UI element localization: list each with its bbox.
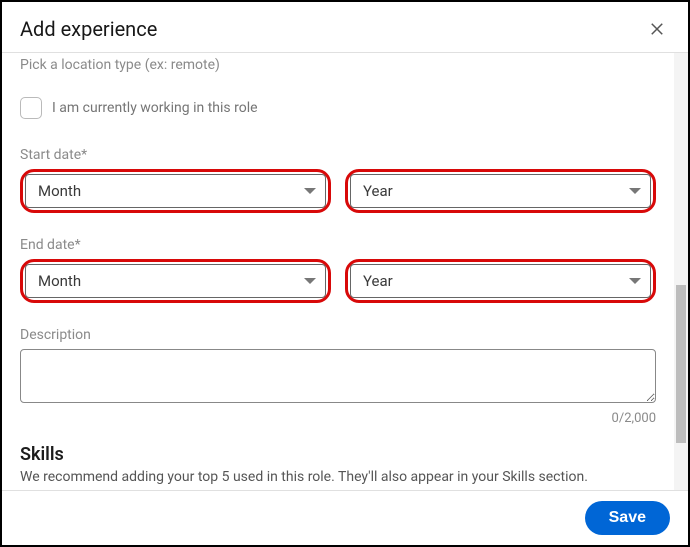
scroll-wrap: Pick a location type (ex: remote) I am c… [2,53,688,490]
end-month-value: Month [38,272,81,290]
highlight-end-month: Month [20,259,331,303]
end-date-row: Month Year [20,259,656,303]
close-icon [648,20,666,38]
location-type-placeholder[interactable]: Pick a location type (ex: remote) [20,57,656,73]
modal-footer: Save [2,490,688,545]
description-textarea[interactable] [20,349,656,403]
start-year-value: Year [363,182,393,200]
start-month-select[interactable]: Month [25,174,326,208]
highlight-start-month: Month [20,169,331,213]
form-content: Pick a location type (ex: remote) I am c… [2,53,674,490]
end-year-select[interactable]: Year [350,264,651,298]
start-date-row: Month Year [20,169,656,213]
scrollbar-thumb[interactable] [676,285,686,443]
start-year-select-wrap: Year [350,174,651,208]
current-role-label: I am currently working in this role [52,100,258,116]
end-year-value: Year [363,272,393,290]
end-month-select-wrap: Month [25,264,326,298]
chevron-down-icon [304,278,316,284]
close-button[interactable] [644,16,670,42]
highlight-start-year: Year [345,169,656,213]
save-button[interactable]: Save [585,501,670,535]
start-year-select[interactable]: Year [350,174,651,208]
end-year-select-wrap: Year [350,264,651,298]
chevron-down-icon [629,278,641,284]
modal-title: Add experience [20,17,157,41]
skills-title: Skills [20,444,656,465]
end-date-label: End date* [20,237,656,253]
scrollbar-track[interactable] [674,53,688,490]
description-char-count: 0/2,000 [20,411,656,426]
chevron-down-icon [629,188,641,194]
modal-header: Add experience [2,2,688,52]
current-role-row: I am currently working in this role [20,97,656,119]
start-month-select-wrap: Month [25,174,326,208]
current-role-checkbox[interactable] [20,97,42,119]
chevron-down-icon [304,188,316,194]
start-date-label: Start date* [20,147,656,163]
highlight-end-year: Year [345,259,656,303]
start-month-value: Month [38,182,81,200]
description-label: Description [20,327,656,343]
skills-subtitle: We recommend adding your top 5 used in t… [20,469,656,485]
end-month-select[interactable]: Month [25,264,326,298]
